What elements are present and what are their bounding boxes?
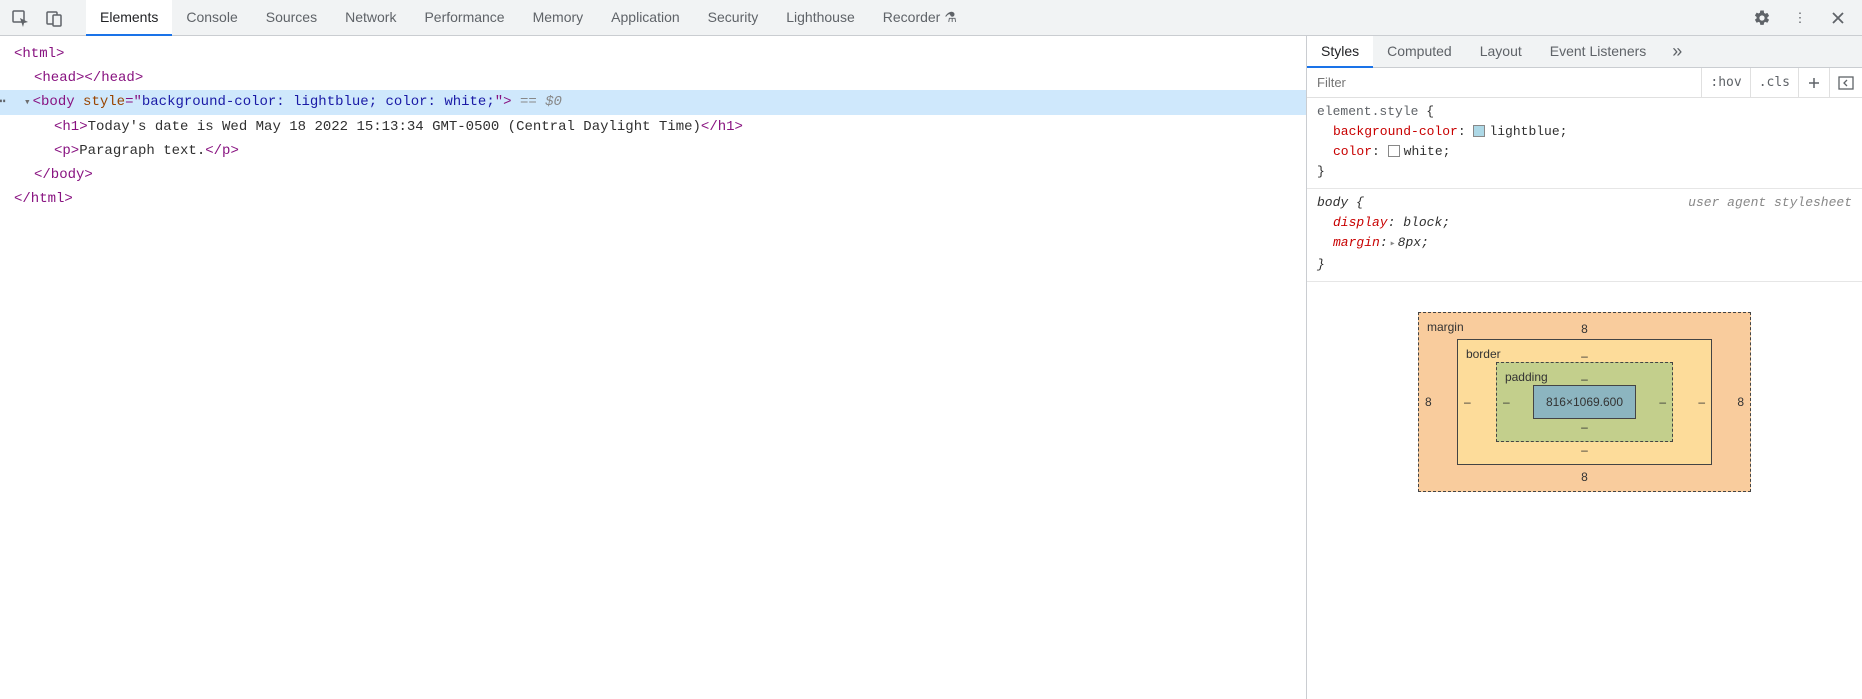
sidebar-toggle-icon[interactable] <box>1829 68 1862 97</box>
main-tabstrip: Elements Console Sources Network Perform… <box>0 0 1862 36</box>
box-content[interactable]: 816×1069.600 <box>1533 385 1636 419</box>
tab-computed[interactable]: Computed <box>1373 36 1466 68</box>
attr-style: style <box>83 94 125 110</box>
tag-html-open: <html> <box>14 46 64 62</box>
border-right[interactable]: – <box>1698 392 1705 412</box>
rule-element-style[interactable]: element.style { background-color: lightb… <box>1307 98 1862 189</box>
tab-layout[interactable]: Layout <box>1466 36 1536 68</box>
inspect-element-icon[interactable] <box>10 8 30 28</box>
inspector-icons <box>10 8 64 28</box>
margin-bottom[interactable]: 8 <box>1581 467 1588 487</box>
prop-display: display <box>1333 215 1388 230</box>
box-model: margin 8 8 8 8 border – – – – padding <box>1307 282 1862 512</box>
border-label: border <box>1466 344 1501 364</box>
padding-bottom[interactable]: – <box>1581 417 1588 437</box>
kebab-menu-icon[interactable]: ⋮ <box>1790 8 1810 28</box>
dom-p[interactable]: <p>Paragraph text.</p> <box>0 139 1306 163</box>
tab-performance[interactable]: Performance <box>410 0 518 36</box>
tab-memory[interactable]: Memory <box>519 0 598 36</box>
styles-rules: element.style { background-color: lightb… <box>1307 98 1862 699</box>
filter-row: :hov .cls <box>1307 68 1862 98</box>
margin-top[interactable]: 8 <box>1581 319 1588 339</box>
main-split: <html> <head></head> <body style="backgr… <box>0 36 1862 699</box>
margin-right[interactable]: 8 <box>1737 392 1744 412</box>
devtools-window: Elements Console Sources Network Perform… <box>0 0 1862 699</box>
tab-security[interactable]: Security <box>694 0 773 36</box>
tag-body-open: <body <box>33 94 83 110</box>
flask-icon: ⚗ <box>944 9 957 25</box>
box-margin[interactable]: margin 8 8 8 8 border – – – – padding <box>1418 312 1751 492</box>
close-icon[interactable] <box>1828 8 1848 28</box>
settings-icon[interactable] <box>1752 8 1772 28</box>
toolbar-right-icons: ⋮ <box>1752 8 1848 28</box>
cls-toggle[interactable]: .cls <box>1750 68 1798 97</box>
dom-head[interactable]: <head></head> <box>0 66 1306 90</box>
val-8px: 8px <box>1398 235 1421 250</box>
tab-elements[interactable]: Elements <box>86 0 172 36</box>
box-border[interactable]: border – – – – padding – – – – 81 <box>1457 339 1712 465</box>
val-lightblue[interactable]: lightblue <box>1489 124 1559 139</box>
border-left[interactable]: – <box>1464 392 1471 412</box>
tab-sources[interactable]: Sources <box>252 0 331 36</box>
margin-label: margin <box>1427 317 1464 337</box>
styles-sidebar: Styles Computed Layout Event Listeners »… <box>1306 36 1862 699</box>
dom-tree[interactable]: <html> <head></head> <body style="backgr… <box>0 36 1306 699</box>
padding-top[interactable]: – <box>1581 369 1588 389</box>
prop-background-color[interactable]: background-color <box>1333 124 1458 139</box>
expand-shorthand-icon[interactable]: ▸ <box>1390 239 1396 250</box>
box-padding[interactable]: padding – – – – 816×1069.600 <box>1496 362 1673 442</box>
prop-color[interactable]: color <box>1333 144 1372 159</box>
tab-application[interactable]: Application <box>597 0 694 36</box>
dom-html-open[interactable]: <html> <box>0 42 1306 66</box>
more-tabs-icon[interactable]: » <box>1660 41 1694 62</box>
tab-styles[interactable]: Styles <box>1307 36 1373 68</box>
styles-tabstrip: Styles Computed Layout Event Listeners » <box>1307 36 1862 68</box>
selector-element-style: element.style <box>1317 104 1418 119</box>
border-bottom[interactable]: – <box>1581 440 1588 460</box>
margin-left[interactable]: 8 <box>1425 392 1432 412</box>
hov-toggle[interactable]: :hov <box>1701 68 1749 97</box>
tag-head: <head></head> <box>34 70 143 86</box>
filter-input[interactable] <box>1307 75 1701 90</box>
tab-lighthouse[interactable]: Lighthouse <box>772 0 869 36</box>
h1-text: Today's date is Wed May 18 2022 15:13:34… <box>88 119 701 135</box>
tab-recorder-label: Recorder <box>883 9 941 25</box>
val-white[interactable]: white <box>1404 144 1443 159</box>
rule-body-uas[interactable]: user agent stylesheet body { display: bl… <box>1307 189 1862 282</box>
dom-body-open[interactable]: <body style="background-color: lightblue… <box>0 90 1306 115</box>
tab-console[interactable]: Console <box>172 0 251 36</box>
tab-network[interactable]: Network <box>331 0 410 36</box>
prop-margin: margin <box>1333 235 1380 250</box>
new-style-rule-icon[interactable] <box>1798 68 1829 97</box>
tab-recorder[interactable]: Recorder⚗ <box>869 0 971 36</box>
color-swatch-lightblue[interactable] <box>1473 125 1485 137</box>
selector-body: body <box>1317 195 1348 210</box>
selection-marker: == $0 <box>512 94 562 110</box>
dom-h1[interactable]: <h1>Today's date is Wed May 18 2022 15:1… <box>0 115 1306 139</box>
p-text: Paragraph text. <box>79 143 205 159</box>
val-block: block <box>1403 215 1442 230</box>
dom-html-close[interactable]: </html> <box>0 187 1306 211</box>
color-swatch-white[interactable] <box>1388 145 1400 157</box>
uas-label: user agent stylesheet <box>1688 193 1852 213</box>
padding-left[interactable]: – <box>1503 392 1510 412</box>
expand-triangle-icon[interactable] <box>24 94 33 110</box>
dom-body-close[interactable]: </body> <box>0 163 1306 187</box>
padding-label: padding <box>1505 367 1548 387</box>
tab-event-listeners[interactable]: Event Listeners <box>1536 36 1661 68</box>
device-toolbar-icon[interactable] <box>44 8 64 28</box>
attr-style-value: background-color: lightblue; color: whit… <box>142 94 495 110</box>
padding-right[interactable]: – <box>1659 392 1666 412</box>
